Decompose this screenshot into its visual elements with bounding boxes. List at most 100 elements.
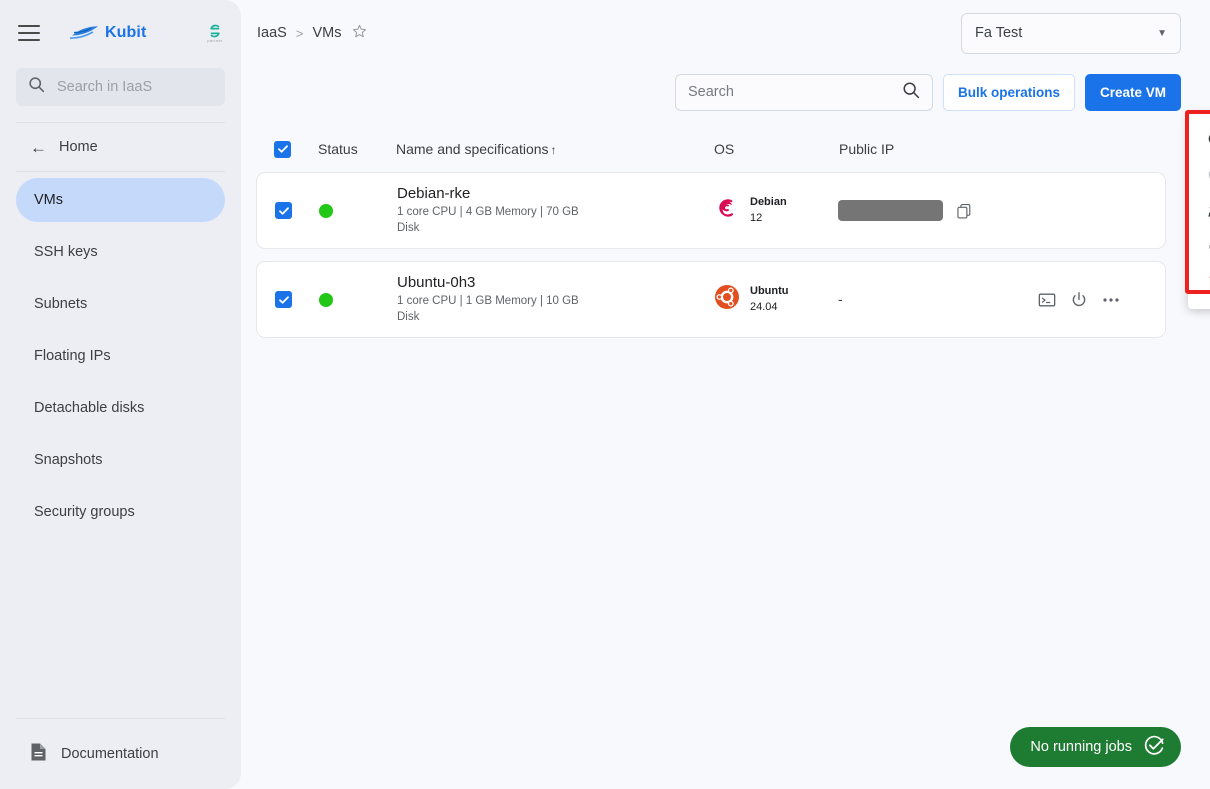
sidebar-item-label: Snapshots (34, 452, 103, 468)
column-header-public-ip[interactable]: Public IP (839, 141, 1039, 157)
sidebar-item-label: VMs (34, 192, 63, 208)
search-icon[interactable] (902, 81, 920, 104)
menu-item-shutdown[interactable]: Shutdown (1188, 121, 1210, 157)
sidebar-item-snapshots[interactable]: Snapshots (16, 438, 225, 482)
vm-specs: 1 core CPU | 1 GB Memory | 10 GB Disk (397, 294, 579, 323)
console-icon[interactable] (1038, 291, 1056, 309)
os-info: Ubuntu 24.04 (750, 284, 788, 316)
column-header-name[interactable]: Name and specifications ↑ (396, 141, 714, 157)
table-row[interactable]: Debian-rke 1 core CPU | 4 GB Memory | 70… (256, 172, 1166, 249)
table-header-row: Status Name and specifications ↑ OS Publi… (256, 126, 1166, 172)
bulk-operations-button[interactable]: Bulk operations (942, 73, 1075, 111)
toolbar: Search Bulk operations Create VM (241, 66, 1210, 118)
search-placeholder: Search (687, 84, 734, 100)
row-select-cell (275, 202, 319, 219)
status-badge (319, 292, 333, 307)
running-jobs-badge[interactable]: No running jobs (1010, 727, 1181, 767)
select-all-checkbox[interactable] (274, 140, 291, 158)
sort-ascending-icon: ↑ (550, 143, 557, 157)
breadcrumb: IaaS > VMs (257, 24, 367, 43)
column-header-os[interactable]: OS (714, 141, 839, 157)
sidebar-item-ssh-keys[interactable]: SSH keys (16, 230, 225, 274)
running-jobs-label: No running jobs (1030, 739, 1132, 755)
sidebar-item-vms[interactable]: VMs (16, 178, 225, 222)
public-ip-redacted (838, 200, 943, 221)
os-name: Debian (750, 195, 787, 208)
sidebar-header: Kubit partner (0, 0, 241, 66)
vm-specs: 1 core CPU | 4 GB Memory | 70 GB Disk (397, 205, 579, 234)
power-icon (1206, 166, 1210, 184)
row-status-cell (319, 292, 397, 307)
sidebar-item-label: Security groups (34, 504, 135, 520)
account-select-value: Fa Test (975, 25, 1023, 41)
menu-item-restart[interactable]: Restart (1188, 193, 1210, 229)
sidebar-item-label: SSH keys (34, 244, 98, 260)
kubit-boat-logo (69, 23, 100, 44)
copy-icon[interactable] (956, 203, 972, 219)
os-info: Debian 12 (750, 195, 787, 227)
select-all-cell (274, 140, 318, 158)
bulk-operations-menu: Shutdown Power on (1188, 113, 1210, 309)
vm-table: Status Name and specifications ↑ OS Publi… (241, 126, 1210, 338)
ubuntu-logo (713, 283, 741, 316)
status-badge (319, 203, 333, 218)
row-public-ip-cell (838, 200, 1038, 221)
chevron-right-icon: > (295, 25, 304, 41)
row-select-cell (275, 291, 319, 308)
sidebar-item-documentation[interactable]: Documentation (0, 719, 241, 789)
app-root: Kubit partner Search in IaaS ← Home VMs … (0, 0, 1210, 789)
sidebar-item-label: Floating IPs (34, 348, 111, 364)
sidebar-item-home[interactable]: ← Home (16, 123, 225, 171)
chevron-down-icon: ▼ (1157, 27, 1167, 39)
row-name-cell: Debian-rke 1 core CPU | 4 GB Memory | 70… (397, 185, 713, 236)
account-select[interactable]: Fa Test ▼ (961, 12, 1181, 54)
menu-item-power-off[interactable]: Power off (1188, 229, 1210, 265)
os-version: 12 (750, 211, 763, 224)
row-checkbox[interactable] (275, 291, 292, 308)
sidebar-item-documentation-label: Documentation (61, 746, 159, 762)
column-header-status[interactable]: Status (318, 141, 396, 157)
breadcrumb-root[interactable]: IaaS (257, 25, 287, 41)
os-name: Ubuntu (750, 284, 789, 297)
vm-name[interactable]: Debian-rke (397, 185, 713, 202)
sidebar-divider-nav (16, 171, 225, 172)
sidebar-search-placeholder: Search in IaaS (57, 79, 153, 95)
menu-item-power-on: Power on (1188, 157, 1210, 193)
back-arrow-icon: ← (30, 137, 47, 157)
create-vm-button[interactable]: Create VM (1084, 73, 1181, 111)
restart-icon (1206, 202, 1210, 220)
sidebar-item-security-groups[interactable]: Security groups (16, 490, 225, 534)
sidebar-item-label: Subnets (34, 296, 88, 312)
sidebar-search-input[interactable]: Search in IaaS (16, 68, 225, 106)
power-plug-off-icon (1206, 238, 1210, 256)
star-outline-icon[interactable] (352, 24, 367, 43)
power-icon[interactable] (1070, 291, 1088, 309)
partner-logo-caption: partner (207, 38, 223, 43)
sidebar-item-subnets[interactable]: Subnets (16, 282, 225, 326)
row-os-cell: Ubuntu 24.04 (713, 283, 838, 316)
os-version: 24.04 (750, 300, 778, 313)
check-circle-icon (1144, 735, 1165, 760)
hamburger-icon[interactable] (18, 25, 40, 41)
trash-icon (1206, 274, 1210, 292)
column-header-name-label: Name and specifications (396, 141, 549, 157)
main-content: IaaS > VMs Fa Test ▼ Search Bulk operati… (241, 0, 1210, 789)
row-os-cell: Debian 12 (713, 194, 838, 227)
sidebar-item-detachable-disks[interactable]: Detachable disks (16, 386, 225, 430)
sidebar-item-home-label: Home (59, 139, 98, 155)
menu-item-delete: Delete (1188, 265, 1210, 301)
sidebar-nav: VMs SSH keys Subnets Floating IPs Detach… (0, 178, 241, 542)
table-row[interactable]: Ubuntu-0h3 1 core CPU | 1 GB Memory | 10… (256, 261, 1166, 338)
sidebar: Kubit partner Search in IaaS ← Home VMs … (0, 0, 241, 789)
search-input[interactable]: Search (674, 73, 933, 111)
breadcrumb-current[interactable]: VMs (312, 25, 341, 41)
vm-name[interactable]: Ubuntu-0h3 (397, 274, 713, 291)
top-bar: IaaS > VMs Fa Test ▼ (241, 0, 1210, 66)
public-ip-value: - (838, 290, 843, 307)
sidebar-item-floating-ips[interactable]: Floating IPs (16, 334, 225, 378)
row-status-cell (319, 203, 397, 218)
brand[interactable]: Kubit (69, 23, 207, 44)
row-checkbox[interactable] (275, 202, 292, 219)
more-options-icon[interactable] (1102, 297, 1120, 303)
row-name-cell: Ubuntu-0h3 1 core CPU | 1 GB Memory | 10… (397, 274, 713, 325)
